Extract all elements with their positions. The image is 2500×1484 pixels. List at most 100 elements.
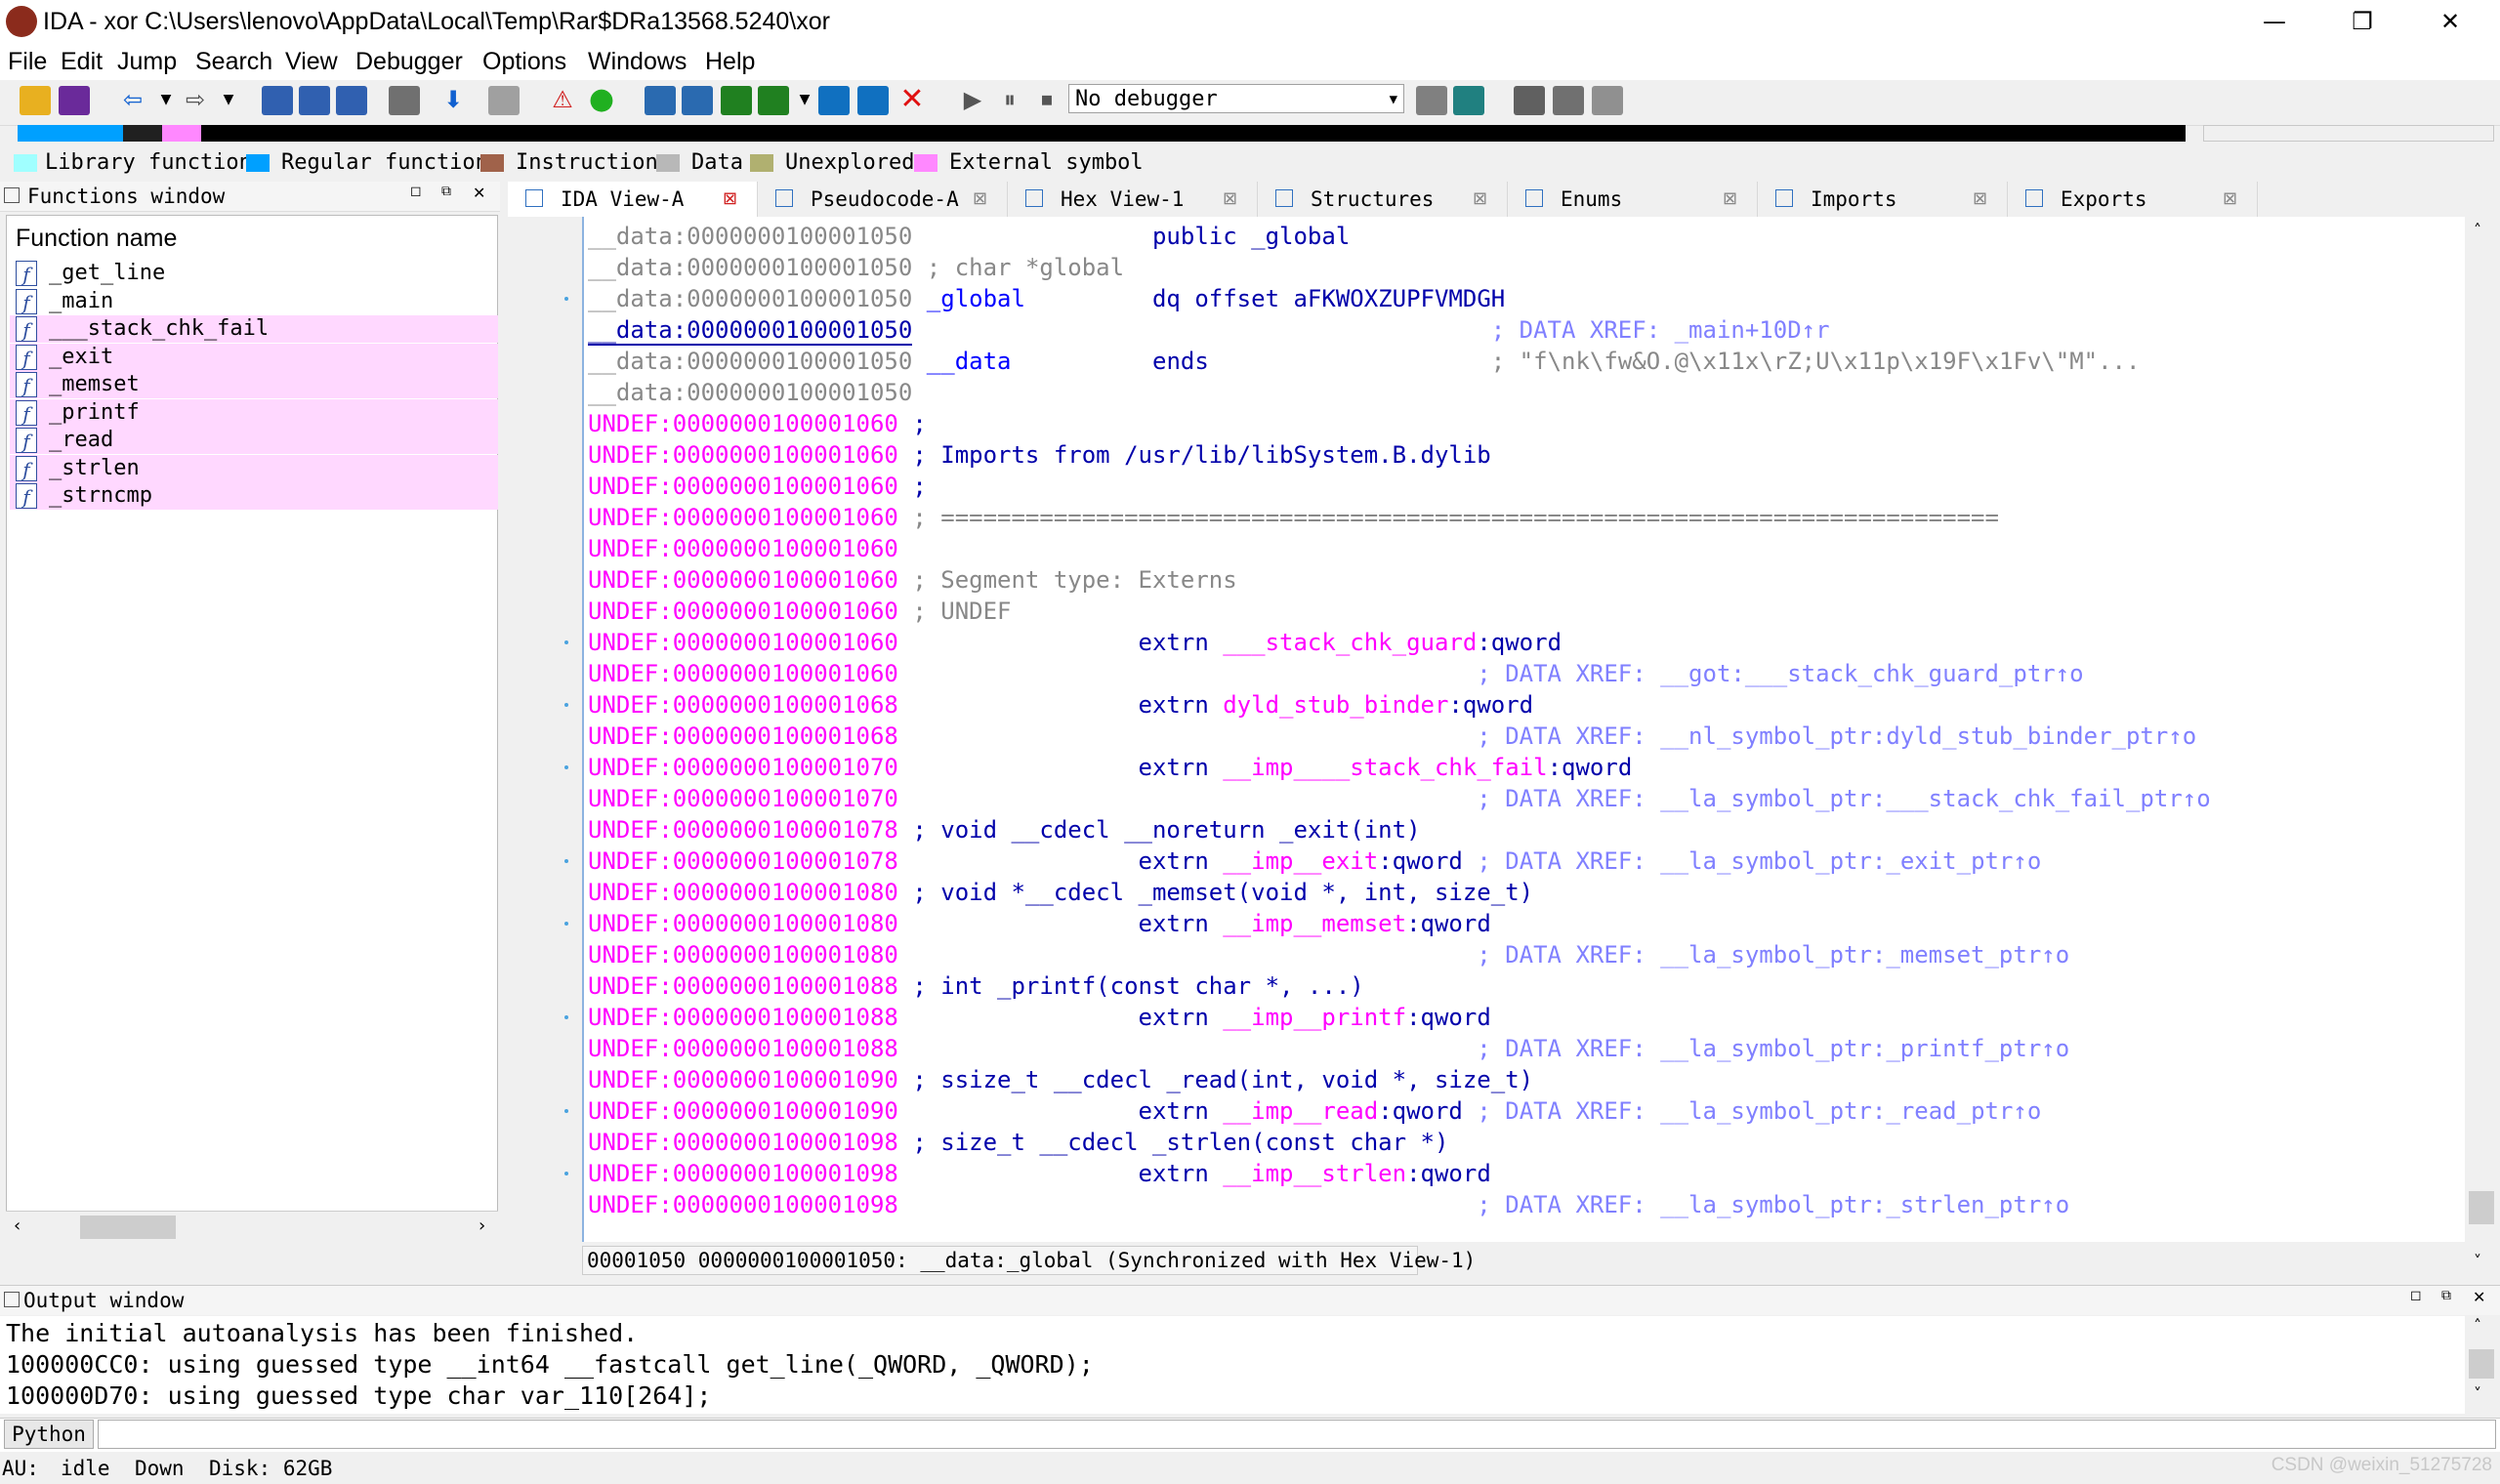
disassembly-line[interactable]: UNDEF:0000000100001060 ; Imports from /u… xyxy=(588,439,1491,471)
disassembly-line[interactable]: __data:0000000100001050 __data ends ; "f… xyxy=(588,346,2140,377)
disassembly-line[interactable]: UNDEF:0000000100001080 ; void *__cdecl _… xyxy=(588,877,1533,908)
play-icon[interactable]: ▶ xyxy=(957,84,988,115)
close-tab-icon[interactable]: ⊠ xyxy=(973,186,987,213)
python-command-input[interactable] xyxy=(98,1420,2496,1449)
chevron-right-icon[interactable]: › xyxy=(479,1216,485,1236)
restore-pane-icon[interactable]: ◻ xyxy=(410,184,422,199)
disassembly-line[interactable]: UNDEF:0000000100001088 extrn __imp__prin… xyxy=(588,1002,1491,1033)
open-file-icon[interactable] xyxy=(20,86,51,115)
menu-edit[interactable]: Edit xyxy=(61,47,103,76)
menu-options[interactable]: Options xyxy=(482,47,566,76)
tab-structures[interactable]: Structures ⊠ xyxy=(1258,182,1508,217)
close-tab-icon[interactable]: ⊠ xyxy=(1973,186,1987,213)
glyph-icon[interactable] xyxy=(488,86,520,115)
tracing-icon[interactable] xyxy=(1592,86,1623,115)
tab-enums[interactable]: Enums ⊠ xyxy=(1508,182,1758,217)
functions-horizontal-scrollbar[interactable]: ‹ › xyxy=(6,1211,498,1243)
disassembly-line[interactable]: UNDEF:0000000100001088 ; int _printf(con… xyxy=(588,970,1364,1002)
disassembly-line[interactable]: UNDEF:0000000100001060 xyxy=(588,533,898,564)
function-list-item[interactable]: f _read xyxy=(10,427,498,454)
disassembly-line[interactable]: UNDEF:0000000100001098 extrn __imp__strl… xyxy=(588,1158,1491,1189)
disassembly-line[interactable]: UNDEF:0000000100001080 extrn __imp__mems… xyxy=(588,908,1491,939)
tab-exports[interactable]: Exports ⊠ xyxy=(2008,182,2258,217)
run-circle-icon[interactable]: ● xyxy=(586,84,617,115)
scrollbar-thumb[interactable] xyxy=(2469,1191,2494,1224)
menu-debugger[interactable]: Debugger xyxy=(355,47,463,76)
binoculars-icon[interactable] xyxy=(389,86,420,115)
close-tab-icon[interactable]: ⊠ xyxy=(1223,186,1237,213)
disassembly-line[interactable]: UNDEF:0000000100001070 extrn __imp____st… xyxy=(588,752,1632,783)
back-arrow-icon[interactable]: ⇦ xyxy=(117,84,148,115)
disassembly-line[interactable]: UNDEF:0000000100001088 ; DATA XREF: __la… xyxy=(588,1033,2069,1064)
search-binary-icon[interactable] xyxy=(262,86,293,115)
function-list-item[interactable]: f ___stack_chk_fail xyxy=(10,315,498,343)
disassembly-line[interactable]: __data:0000000100001050 xyxy=(588,377,912,408)
function-list-item[interactable]: f _get_line xyxy=(10,260,498,287)
segments-icon[interactable] xyxy=(1514,86,1545,115)
disassembly-line[interactable]: __data:0000000100001050 ; char *global xyxy=(588,252,1124,283)
disassembly-line[interactable]: UNDEF:0000000100001060 ; xyxy=(588,408,927,439)
maximize-button[interactable]: ❐ xyxy=(2318,0,2406,43)
minimize-button[interactable]: — xyxy=(2230,0,2318,43)
output-vertical-scrollbar[interactable]: ˄ ˅ xyxy=(2465,1316,2498,1414)
search-text-icon[interactable] xyxy=(299,86,330,115)
disassembly-line[interactable]: __data:0000000100001050 public _global xyxy=(588,221,1350,252)
disassembly-line[interactable]: UNDEF:0000000100001060 ; UNDEF xyxy=(588,596,1011,627)
save-icon[interactable] xyxy=(59,86,90,115)
menu-view[interactable]: View xyxy=(285,47,338,76)
function-name-column-header[interactable]: Function name xyxy=(16,223,177,254)
menu-file[interactable]: File xyxy=(8,47,47,76)
function-list-item[interactable]: f _exit xyxy=(10,343,498,371)
jump-down-icon[interactable]: ⬇ xyxy=(438,84,469,115)
function-list-item[interactable]: f _memset xyxy=(10,371,498,398)
search-immediate-icon[interactable] xyxy=(336,86,367,115)
chevron-down-icon[interactable]: ˅ xyxy=(2474,1252,2481,1270)
chevron-down-icon[interactable]: ˅ xyxy=(2474,1384,2481,1403)
forward-arrow-icon[interactable]: ⇨ xyxy=(180,84,211,115)
tab-ida-view-a[interactable]: IDA View-A ⊠ xyxy=(508,182,758,217)
function-list-item[interactable]: f _strlen xyxy=(10,454,498,482)
scrollbar-thumb[interactable] xyxy=(2469,1349,2494,1379)
pause-icon[interactable]: ⏸ xyxy=(994,84,1025,115)
chevron-up-icon[interactable]: ˄ xyxy=(2474,1316,2481,1335)
disassembly-line[interactable]: UNDEF:0000000100001098 ; size_t __cdecl … xyxy=(588,1127,1448,1158)
scrollbar-thumb[interactable] xyxy=(80,1216,176,1239)
ascii-icon[interactable] xyxy=(721,86,752,115)
close-tab-icon[interactable]: ⊠ xyxy=(1473,186,1487,213)
chevron-down-icon[interactable]: ▼ xyxy=(789,84,820,115)
attach-process-icon[interactable] xyxy=(1416,86,1447,115)
close-pane-icon[interactable]: ✕ xyxy=(2473,1288,2485,1306)
close-button[interactable]: ✕ xyxy=(2406,0,2494,43)
tab-hex-view-1[interactable]: Hex View-1 ⊠ xyxy=(1008,182,1258,217)
menu-jump[interactable]: Jump xyxy=(117,47,177,76)
restore-pane-icon[interactable]: ◻ xyxy=(2410,1288,2422,1303)
disassembly-line[interactable]: UNDEF:0000000100001068 extrn dyld_stub_b… xyxy=(588,689,1533,721)
menu-search[interactable]: Search xyxy=(195,47,272,76)
chevron-up-icon[interactable]: ˄ xyxy=(2474,221,2481,239)
disassembly-line[interactable]: UNDEF:0000000100001080 ; DATA XREF: __la… xyxy=(588,939,2069,970)
disassembly-line[interactable]: UNDEF:0000000100001070 ; DATA XREF: __la… xyxy=(588,783,2211,814)
menu-windows[interactable]: Windows xyxy=(588,47,687,76)
data-icon[interactable] xyxy=(682,86,713,115)
disassembly-line[interactable]: UNDEF:0000000100001078 ; void __cdecl __… xyxy=(588,814,1421,845)
disassembly-line[interactable]: UNDEF:0000000100001078 extrn __imp__exit… xyxy=(588,845,2041,877)
breakpoint-icon[interactable] xyxy=(1553,86,1584,115)
disassembly-line[interactable]: UNDEF:0000000100001090 extrn __imp__read… xyxy=(588,1095,2041,1127)
function-list-item[interactable]: f _strncmp xyxy=(10,482,498,510)
debugger-select[interactable]: No debugger ▼ xyxy=(1068,84,1404,113)
chevron-down-icon[interactable]: ▼ xyxy=(150,84,182,115)
navigation-band[interactable] xyxy=(18,125,2186,142)
disassembly-line[interactable]: UNDEF:0000000100001060 ; Segment type: E… xyxy=(588,564,1237,596)
function-list-item[interactable]: f _main xyxy=(10,288,498,315)
delete-x-icon[interactable]: ✕ xyxy=(896,84,928,115)
disassembly-line[interactable]: UNDEF:0000000100001060 ; xyxy=(588,471,927,502)
close-tab-icon[interactable]: ⊠ xyxy=(1723,186,1737,213)
disassembly-line[interactable]: UNDEF:0000000100001060 extrn ___stack_ch… xyxy=(588,627,1562,658)
warning-triangle-icon[interactable]: ⚠ xyxy=(547,84,578,115)
tab-pseudocode-a[interactable]: Pseudocode-A ⊠ xyxy=(758,182,1008,217)
disassembly-line[interactable]: UNDEF:0000000100001090 ; ssize_t __cdecl… xyxy=(588,1064,1533,1095)
tab-imports[interactable]: Imports ⊠ xyxy=(1758,182,2008,217)
disassembly-line[interactable]: __data:0000000100001050 ; DATA XREF: _ma… xyxy=(588,314,1830,346)
python-cli-button[interactable]: Python xyxy=(4,1420,94,1449)
close-pane-icon[interactable]: ✕ xyxy=(473,184,485,202)
